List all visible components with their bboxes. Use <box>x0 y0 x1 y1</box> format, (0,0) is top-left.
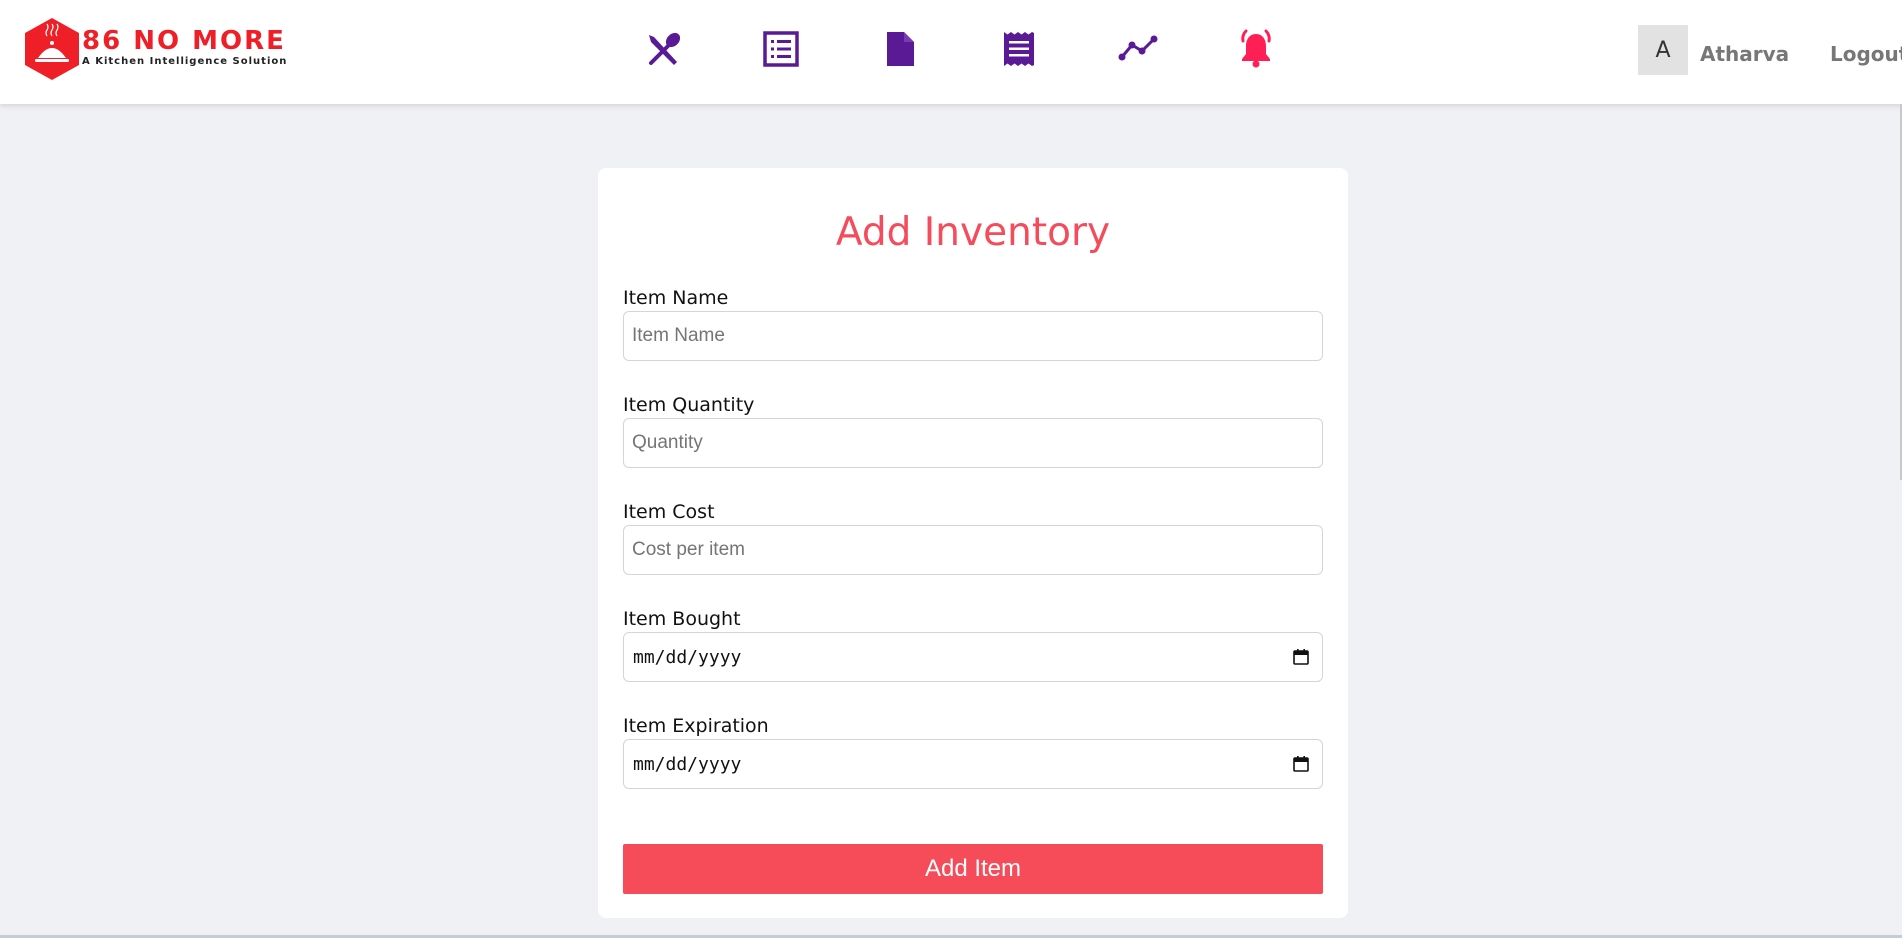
add-item-button[interactable]: Add Item <box>623 844 1323 894</box>
item-expiration-date-value: mm/dd/yyyy <box>633 754 742 775</box>
item-quantity-input[interactable] <box>623 418 1323 468</box>
page-title: Add Inventory <box>835 210 1111 255</box>
alert-bell-icon <box>1241 29 1271 68</box>
item-name-input[interactable] <box>623 311 1323 361</box>
user-avatar[interactable]: A <box>1638 25 1688 75</box>
item-bought-date-value: mm/dd/yyyy <box>633 647 742 668</box>
user-name: Atharva <box>1700 42 1790 66</box>
cloche-logo-icon <box>25 18 79 80</box>
brand-subtitle: A Kitchen Intelligence Solution <box>82 56 288 67</box>
trend-line-icon <box>1118 35 1158 61</box>
receipt-icon <box>1004 32 1034 66</box>
item-quantity-label: Item Quantity <box>623 394 755 416</box>
item-cost-input[interactable] <box>623 525 1323 575</box>
nav-documents-button[interactable] <box>879 28 921 70</box>
calendar-icon[interactable] <box>1292 648 1310 666</box>
nav-inventory-list-button[interactable] <box>760 28 802 70</box>
item-bought-label: Item Bought <box>623 608 741 630</box>
nav-alerts-button[interactable] <box>1235 28 1277 70</box>
list-icon <box>763 31 799 67</box>
utensils-icon <box>649 32 681 65</box>
document-icon <box>887 32 914 66</box>
nav-receipts-button[interactable] <box>998 28 1040 70</box>
logout-button[interactable]: Logout <box>1830 42 1902 66</box>
item-name-label: Item Name <box>623 287 729 309</box>
nav-analytics-button[interactable] <box>1117 28 1159 70</box>
top-navbar: 86 NO MORE A Kitchen Intelligence Soluti… <box>0 0 1902 104</box>
nav-menu-button[interactable] <box>642 28 684 70</box>
add-inventory-card: Add Inventory Item Name Item Quantity It… <box>598 168 1348 918</box>
brand-logo[interactable]: 86 NO MORE A Kitchen Intelligence Soluti… <box>22 16 286 82</box>
calendar-icon[interactable] <box>1292 755 1310 773</box>
item-expiration-date-input[interactable]: mm/dd/yyyy <box>623 739 1323 789</box>
brand-title: 86 NO MORE <box>82 26 286 56</box>
item-bought-date-input[interactable]: mm/dd/yyyy <box>623 632 1323 682</box>
item-expiration-label: Item Expiration <box>623 715 769 737</box>
item-cost-label: Item Cost <box>623 501 715 523</box>
